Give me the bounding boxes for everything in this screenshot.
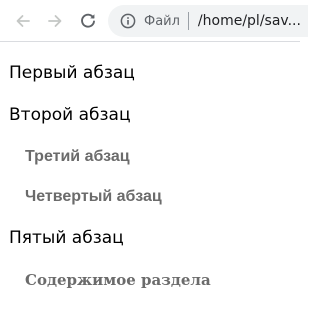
omnibox-divider xyxy=(187,12,189,30)
forward-button[interactable] xyxy=(43,9,67,33)
paragraph-second: Второй абзац xyxy=(9,105,131,125)
paragraph-first: Первый абзац xyxy=(9,63,135,83)
page-content: Первый абзац Второй абзац Третий абзац Ч… xyxy=(0,42,300,329)
paragraph-fourth: Четвертый абзац xyxy=(25,188,162,205)
url-text[interactable]: /home/pl/sav... xyxy=(198,13,301,29)
paragraph-fifth: Пятый абзац xyxy=(9,228,124,248)
site-info-chip-label[interactable]: Файл xyxy=(144,14,180,29)
section-content: Содержимое раздела xyxy=(25,271,211,289)
arrow-right-icon xyxy=(48,15,62,27)
back-button[interactable] xyxy=(11,9,35,33)
reload-icon xyxy=(81,13,95,28)
reload-button[interactable] xyxy=(76,9,100,33)
address-bar[interactable]: Файл /home/pl/sav... xyxy=(108,5,308,37)
arrow-left-icon xyxy=(16,15,30,27)
info-icon[interactable] xyxy=(120,13,136,29)
browser-toolbar: Файл /home/pl/sav... xyxy=(0,0,308,42)
paragraph-third: Третий абзац xyxy=(25,148,130,165)
